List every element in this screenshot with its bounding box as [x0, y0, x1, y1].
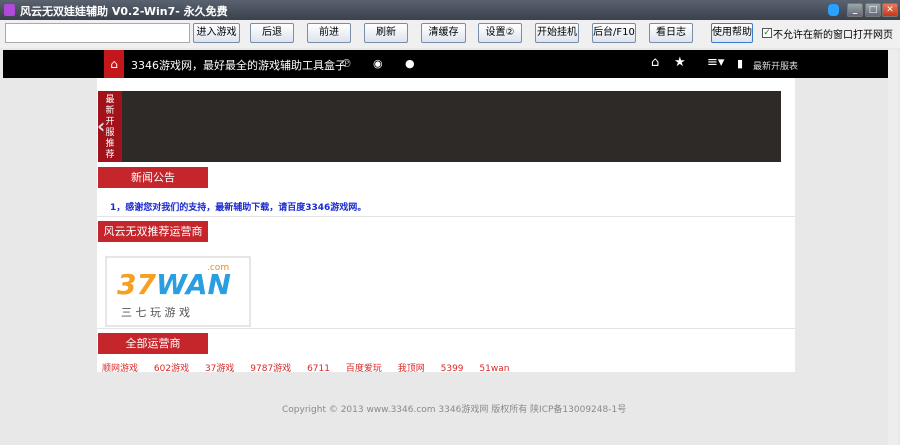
new-window-checkbox-label[interactable]: 不允许在新的窗口打开网页	[773, 26, 893, 41]
view-log-button[interactable]: 看日志	[649, 23, 693, 43]
chevron-left-icon[interactable]: ‹	[97, 114, 105, 138]
operator-link[interactable]: 51wan	[479, 364, 509, 374]
refresh-button[interactable]: 刷新	[364, 23, 408, 43]
operator-link[interactable]: 6711	[307, 364, 330, 374]
forward-button[interactable]: 前进	[307, 23, 351, 43]
divider	[97, 216, 795, 217]
news-section-header: 新闻公告	[98, 167, 208, 188]
server-list-link[interactable]: 最新开服表	[753, 59, 798, 72]
divider	[97, 328, 795, 329]
weibo-icon[interactable]: ◉	[373, 57, 383, 70]
operator-link[interactable]: 602游戏	[154, 364, 189, 374]
url-input[interactable]	[5, 23, 190, 43]
title-bar: 风云无双娃娃辅助 V0.2-Win7- 永久免费 _ □ ✕	[0, 0, 900, 20]
wechat-icon[interactable]: ●	[405, 57, 415, 70]
back-button[interactable]: 后退	[250, 23, 294, 43]
footer-copyright: Copyright © 2013 www.3346.com 3346游戏网 版权…	[282, 405, 627, 415]
help-button[interactable]: 使用帮助	[711, 23, 753, 43]
operator-link[interactable]: 37游戏	[205, 364, 234, 374]
operator-link[interactable]: 5399	[441, 364, 464, 374]
app-icon	[4, 4, 15, 16]
operator-links: 顺网游戏 602游戏 37游戏 9787游戏 6711 百度爱玩 我顶网 539…	[102, 361, 522, 374]
banner-slider[interactable]	[98, 91, 781, 162]
all-operators-header: 全部运营商	[98, 333, 208, 354]
operator-link[interactable]: 顺网游戏	[102, 364, 138, 374]
maximize-button[interactable]: □	[865, 3, 881, 17]
minimize-button[interactable]: _	[847, 3, 863, 17]
star-icon[interactable]: ★	[674, 55, 686, 70]
background-button[interactable]: 后台/F10	[592, 23, 636, 43]
pinterest-icon[interactable]: ℗	[341, 57, 352, 70]
recommend-section-header: 风云无双推荐运营商	[98, 221, 208, 242]
settings-button[interactable]: 设置②	[478, 23, 522, 43]
operator-link[interactable]: 9787游戏	[250, 364, 291, 374]
shield-icon[interactable]	[828, 4, 839, 16]
enter-game-button[interactable]: 进入游戏	[193, 23, 240, 43]
site-nav-bar: ⌂ 3346游戏网，最好最全的游戏辅助工具盒子 ℗ ◉ ● ⌂ ★ ≡▾ ▮ 最…	[3, 50, 888, 78]
37wan-logo[interactable]: 37WAN .com 三 七 玩 游 戏	[105, 256, 251, 327]
close-button[interactable]: ✕	[882, 3, 898, 17]
home-roof-icon[interactable]: ⌂	[104, 50, 124, 78]
new-window-checkbox[interactable]: ✓	[762, 28, 772, 38]
news-item[interactable]: 1，感谢您对我们的支持，最新辅助下载，请百度3346游戏网。	[110, 200, 366, 213]
site-title[interactable]: 3346游戏网，最好最全的游戏辅助工具盒子	[131, 57, 346, 73]
clear-cache-button[interactable]: 清缓存	[421, 23, 466, 43]
operator-link[interactable]: 百度爱玩	[346, 364, 382, 374]
mouse-icon: ▮	[737, 57, 744, 70]
home-icon[interactable]: ⌂	[651, 55, 659, 70]
operator-link[interactable]: 我顶网	[398, 364, 425, 374]
window-title: 风云无双娃娃辅助 V0.2-Win7- 永久免费	[20, 5, 228, 18]
menu-icon[interactable]: ≡▾	[707, 55, 724, 70]
scrollbar[interactable]	[888, 50, 898, 445]
start-hang-button[interactable]: 开始挂机	[535, 23, 579, 43]
